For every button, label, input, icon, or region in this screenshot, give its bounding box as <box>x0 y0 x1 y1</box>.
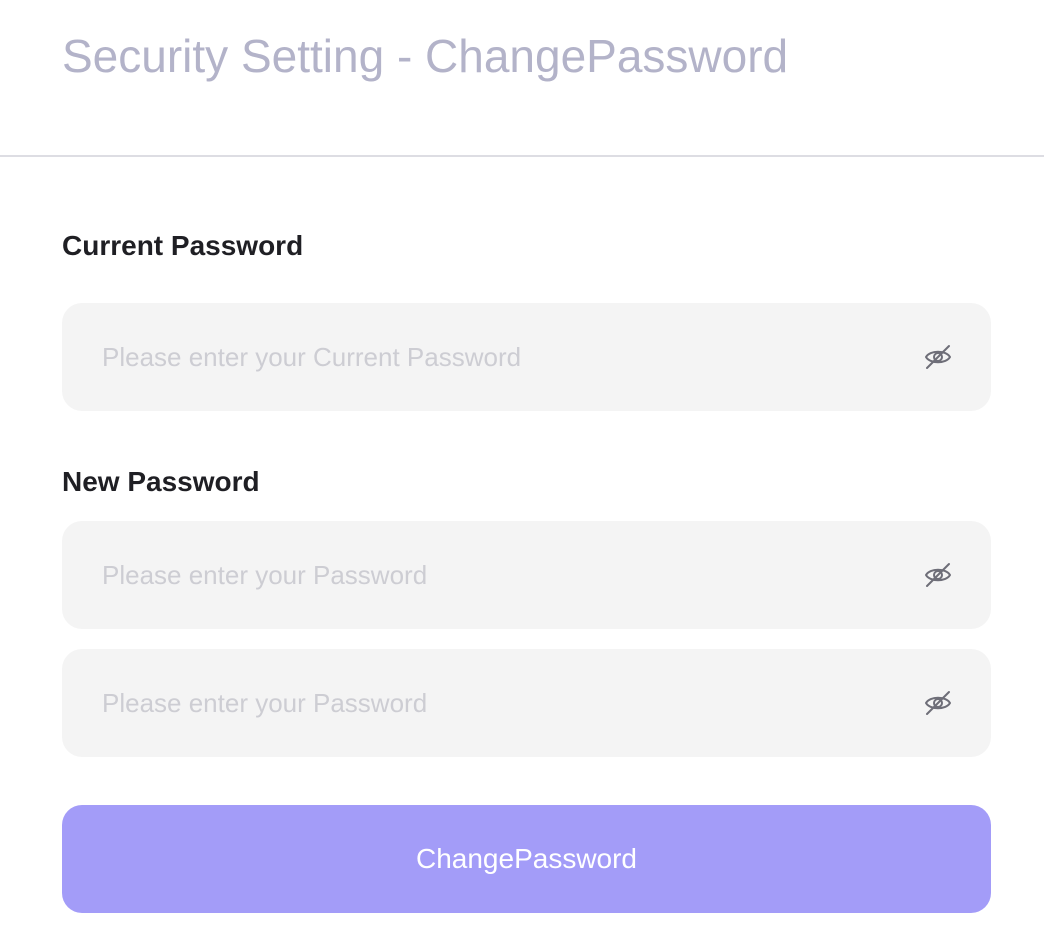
eye-off-icon[interactable] <box>923 342 953 372</box>
page-header: Security Setting - ChangePassword <box>0 0 1044 157</box>
current-password-field-container <box>62 303 991 411</box>
confirm-password-field-container <box>62 649 991 757</box>
current-password-input[interactable] <box>102 303 882 411</box>
change-password-button[interactable]: ChangePassword <box>62 805 991 913</box>
confirm-password-input[interactable] <box>102 649 882 757</box>
eye-off-icon[interactable] <box>923 560 953 590</box>
current-password-label: Current Password <box>62 230 304 261</box>
eye-off-icon[interactable] <box>923 688 953 718</box>
new-password-input[interactable] <box>102 521 882 629</box>
page-title: Security Setting - ChangePassword <box>62 30 789 82</box>
new-password-label: New Password <box>62 466 260 497</box>
new-password-field-container <box>62 521 991 629</box>
